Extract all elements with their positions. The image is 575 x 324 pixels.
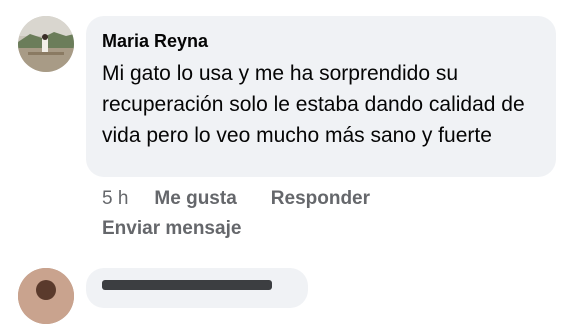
next-comment-avatar[interactable] — [18, 268, 74, 324]
comment-actions: 5 h Me gusta Responder — [102, 188, 370, 210]
comment-text: Mi gato lo usa y me ha sorprendido su re… — [102, 62, 525, 147]
profile-photo — [18, 16, 74, 72]
next-comment-author-cropped — [102, 280, 272, 290]
comment-author[interactable]: Maria Reyna — [102, 30, 540, 52]
like-button[interactable]: Me gusta — [154, 188, 236, 210]
avatar[interactable] — [18, 16, 74, 72]
next-profile-photo — [18, 268, 74, 324]
send-message-button[interactable]: Enviar mensaje — [102, 218, 241, 240]
comment-bubble: Maria Reyna Mi gato lo usa y me ha sorpr… — [86, 16, 556, 177]
reply-button[interactable]: Responder — [271, 188, 370, 210]
comment-timestamp[interactable]: 5 h — [102, 188, 128, 210]
